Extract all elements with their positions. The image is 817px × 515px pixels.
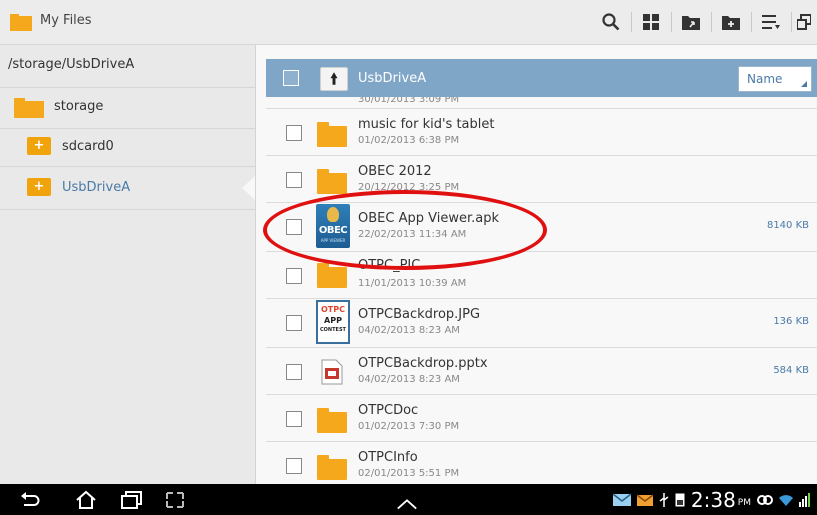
file-date: 04/02/2013 8:23 AM: [358, 374, 460, 385]
expand-folder-icon[interactable]: +: [27, 137, 51, 155]
new-folder-button[interactable]: [711, 0, 751, 44]
dropdown-triangle-icon: [801, 81, 807, 87]
clock: 2:38: [690, 487, 736, 512]
row-checkbox[interactable]: [286, 458, 302, 474]
file-name: OBEC App Viewer.apk: [358, 211, 499, 226]
file-list-panel: 🠙 UsbDriveA Name 30/01/2013 3:09 PM musi…: [256, 45, 817, 484]
clock-ampm: PM: [737, 497, 751, 508]
file-name: OTPCBackdrop.pptx: [358, 356, 488, 371]
tree-item-usbdrivea[interactable]: + UsbDriveA: [0, 167, 255, 210]
file-size: 584 KB: [773, 365, 809, 376]
grid-view-icon: [643, 14, 659, 30]
signal-icon: [799, 492, 810, 507]
file-name: OTPCDoc: [358, 403, 419, 418]
mail-notification-icon: [612, 492, 631, 506]
image-thumbnail-icon: OTPC APP CONTEST: [316, 300, 350, 344]
file-date: 01/02/2013 6:38 PM: [358, 135, 460, 146]
sort-menu-button[interactable]: [751, 0, 791, 44]
thumbnail-text-bottom: CONTEST: [320, 327, 346, 333]
list-header: 🠙 UsbDriveA Name: [266, 59, 817, 97]
list-item[interactable]: OBEC 2012 20/12/2012 3:25 PM: [266, 156, 817, 203]
list-item[interactable]: OTPC APP CONTEST OTPCBackdrop.JPG 04/02/…: [266, 299, 817, 348]
row-checkbox[interactable]: [286, 411, 302, 427]
powerpoint-icon: [321, 359, 343, 385]
add-folder-icon: [722, 16, 740, 30]
file-date: 22/02/2013 11:34 AM: [358, 229, 467, 240]
row-checkbox[interactable]: [286, 315, 302, 331]
file-date: 11/01/2013 10:39 AM: [358, 278, 467, 289]
recent-apps-icon[interactable]: [121, 490, 143, 510]
screenshot-icon[interactable]: [164, 490, 186, 510]
file-date: 20/12/2012 3:25 PM: [358, 182, 460, 193]
thumbnail-text-middle: APP: [324, 316, 342, 325]
up-folder-button[interactable]: 🠙: [320, 67, 348, 91]
file-name: OTPCBackdrop.JPG: [358, 307, 481, 322]
file-size: 136 KB: [773, 316, 809, 327]
move-to-folder-button[interactable]: [671, 0, 711, 44]
list-header-title: UsbDriveA: [358, 71, 427, 86]
home-icon[interactable]: [75, 490, 97, 510]
row-checkbox[interactable]: [286, 364, 302, 380]
selection-pointer: [242, 176, 255, 200]
grid-view-button[interactable]: [631, 0, 671, 44]
top-actions: [591, 0, 817, 44]
wifi-icon: [779, 494, 793, 506]
row-checkbox[interactable]: [286, 125, 302, 141]
file-name: music for kid's tablet: [358, 117, 495, 132]
chevron-up-icon[interactable]: [396, 494, 418, 514]
file-name: OTPC_PIC: [358, 258, 421, 273]
more-options-button[interactable]: [791, 0, 817, 44]
row-checkbox[interactable]: [286, 219, 302, 235]
status-area[interactable]: 2:38 PM: [612, 484, 811, 515]
file-date: 02/01/2013 5:51 PM: [358, 468, 460, 479]
search-button[interactable]: [591, 0, 631, 44]
system-navigation-bar: 2:38 PM: [0, 484, 817, 515]
app-title: My Files: [40, 13, 92, 28]
row-checkbox[interactable]: [286, 268, 302, 284]
email-notification-icon: [636, 493, 653, 506]
row-checkbox[interactable]: [286, 172, 302, 188]
file-size: 8140 KB: [766, 220, 809, 231]
eye-icon: [757, 494, 773, 505]
file-date: 01/02/2013 7:30 PM: [358, 421, 460, 432]
list-item[interactable]: music for kid's tablet 01/02/2013 6:38 P…: [266, 109, 817, 156]
obec-app-icon: OBEC APP VIEWER: [316, 204, 350, 248]
file-date: 04/02/2013 8:23 AM: [358, 325, 460, 336]
obec-icon-text: OBEC: [318, 225, 348, 236]
list-item[interactable]: OTPC_PIC 11/01/2013 10:39 AM: [266, 252, 817, 299]
tree-item-label: sdcard0: [62, 139, 114, 154]
search-icon: [602, 13, 620, 31]
windows-icon: [797, 14, 811, 30]
file-name: OBEC 2012: [358, 164, 432, 179]
folder-icon: [10, 14, 32, 31]
folder-arrow-icon: [682, 16, 700, 30]
current-path: /storage/UsbDriveA: [8, 57, 135, 72]
tree-item-storage[interactable]: storage: [0, 87, 255, 129]
folder-icon: [14, 98, 44, 118]
up-arrow-icon: 🠙: [330, 70, 338, 88]
list-item[interactable]: OTPCBackdrop.pptx 04/02/2013 8:23 AM 584…: [266, 348, 817, 395]
file-name: OTPCInfo: [358, 450, 418, 465]
list-item[interactable]: OTPCInfo 02/01/2013 5:51 PM: [266, 442, 817, 484]
sort-dropdown[interactable]: Name: [738, 66, 812, 92]
usb-icon: [659, 492, 669, 507]
list-item[interactable]: OBEC APP VIEWER OBEC App Viewer.apk 22/0…: [266, 203, 817, 252]
list-sort-icon: [762, 15, 780, 29]
obec-icon-subtext: APP VIEWER: [320, 238, 346, 243]
tree-item-label: UsbDriveA: [62, 180, 131, 195]
thumbnail-text-top: OTPC: [321, 305, 345, 314]
expand-folder-icon[interactable]: +: [27, 178, 51, 196]
file-notification-icon: [675, 493, 685, 506]
sort-dropdown-value: Name: [747, 72, 783, 86]
tree-item-label: storage: [54, 99, 104, 114]
tree-item-sdcard0[interactable]: + sdcard0: [0, 128, 255, 167]
select-all-checkbox[interactable]: [283, 70, 299, 86]
action-bar: My Files: [0, 0, 817, 45]
folder-tree-panel: /storage/UsbDriveA storage + sdcard0 + U…: [0, 45, 256, 484]
back-icon[interactable]: [19, 490, 41, 510]
list-item[interactable]: OTPCDoc 01/02/2013 7:30 PM: [266, 395, 817, 442]
